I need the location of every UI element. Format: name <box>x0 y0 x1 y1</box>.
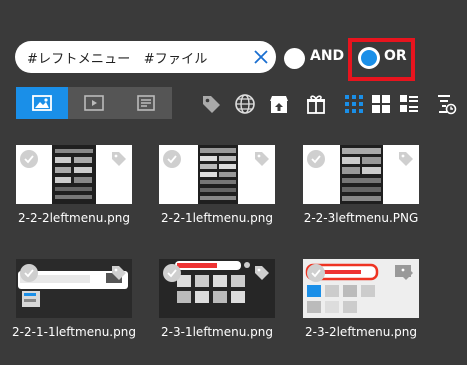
file-thumbnail[interactable] <box>159 259 275 318</box>
tab-videos[interactable] <box>68 87 120 119</box>
globe-icon[interactable] <box>233 92 257 116</box>
file-name: 2-3-1leftmenu.png <box>161 325 273 339</box>
close-icon[interactable] <box>251 47 271 67</box>
file-name: 2-2-3leftmenu.PNG <box>303 211 419 225</box>
select-checkbox[interactable] <box>163 264 181 282</box>
image-icon <box>32 95 52 111</box>
and-label: AND <box>310 48 345 64</box>
file-thumbnail[interactable] <box>16 259 132 318</box>
file-name: 2-2-1leftmenu.png <box>161 211 273 225</box>
sort-time-icon[interactable] <box>434 92 458 116</box>
tag-icon[interactable] <box>199 92 223 116</box>
list-icon[interactable] <box>397 92 421 116</box>
media-type-tabs <box>16 87 172 119</box>
upload-store-icon[interactable] <box>267 92 291 116</box>
or-radio-selected-dot <box>361 50 377 66</box>
or-label: OR <box>384 48 407 64</box>
tag-icon[interactable] <box>110 150 128 172</box>
screenshot-preview <box>52 145 96 204</box>
tab-images[interactable] <box>16 87 68 119</box>
tag-icon[interactable] <box>397 150 415 172</box>
tag-icon[interactable] <box>253 264 271 286</box>
select-checkbox[interactable] <box>20 264 38 282</box>
tag-icon[interactable] <box>397 264 415 286</box>
search-query-text: #レフトメニュー #ファイル <box>27 52 208 67</box>
tag-icon[interactable] <box>253 150 271 172</box>
file-name: 2-2-1-1leftmenu.png <box>12 325 136 339</box>
file-thumbnail[interactable] <box>16 145 132 204</box>
tag-search-field[interactable]: #レフトメニュー #ファイル <box>15 41 276 73</box>
select-checkbox[interactable] <box>163 150 181 168</box>
gift-icon[interactable] <box>304 92 328 116</box>
screenshot-preview <box>198 145 238 204</box>
screenshot-preview <box>340 145 383 204</box>
video-icon <box>84 95 104 111</box>
file-name: 2-2-2leftmenu.png <box>18 211 130 225</box>
file-thumbnail[interactable] <box>159 145 275 204</box>
select-checkbox[interactable] <box>20 150 38 168</box>
and-radio[interactable] <box>284 48 305 69</box>
tag-icon[interactable] <box>110 264 128 286</box>
file-thumbnail[interactable] <box>303 145 419 204</box>
or-radio[interactable] <box>358 47 380 69</box>
grid-large-icon[interactable] <box>369 92 393 116</box>
select-checkbox[interactable] <box>307 150 325 168</box>
file-thumbnail[interactable] <box>303 259 419 318</box>
file-name: 2-3-2leftmenu.png <box>305 325 417 339</box>
select-checkbox[interactable] <box>307 264 325 282</box>
tab-documents[interactable] <box>120 87 172 119</box>
document-icon <box>137 95 155 111</box>
grid-small-icon[interactable] <box>342 92 366 116</box>
